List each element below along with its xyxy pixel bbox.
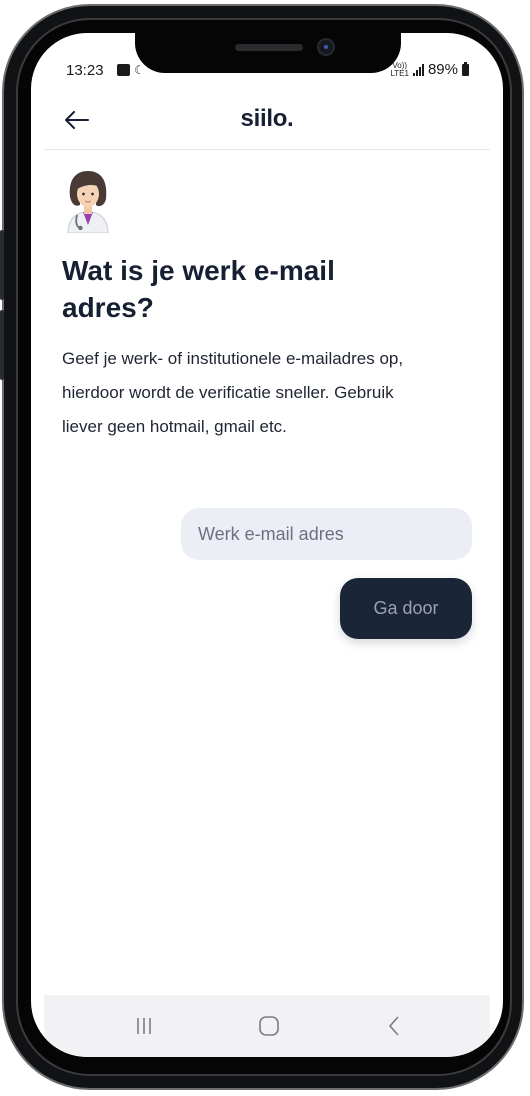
speaker-grille <box>235 44 303 51</box>
status-indicators: Vo)) LTE1 89% <box>390 61 469 78</box>
gallery-notification-icon <box>117 64 130 76</box>
main-content: Wat is je werk e-mail adres? Geef je wer… <box>62 167 476 444</box>
front-camera <box>317 38 335 56</box>
doctor-avatar-icon <box>67 171 109 234</box>
app-header: siilo. <box>44 93 490 150</box>
network-indicator: Vo)) LTE1 <box>390 61 409 78</box>
lte-label: LTE1 <box>390 68 409 78</box>
battery-icon <box>462 61 469 76</box>
camera-notch <box>135 33 401 73</box>
status-time: 13:23 <box>66 62 104 79</box>
volume-button <box>0 230 4 300</box>
phone-device: 13:23 ☾ Vo)) LTE1 89% siilo. Wat is je w… <box>0 0 530 1096</box>
work-email-input[interactable] <box>181 508 472 560</box>
continue-button[interactable]: Ga door <box>340 578 472 639</box>
signal-icon <box>412 63 424 76</box>
nav-recent-apps[interactable] <box>114 995 174 1057</box>
battery-percentage: 89% <box>427 61 458 78</box>
back-chevron-icon <box>388 1016 399 1036</box>
app-logo: siilo. <box>240 105 294 132</box>
moon-icon: ☾ <box>134 63 145 77</box>
system-nav-bar <box>44 995 490 1057</box>
phone-screen: 13:23 ☾ Vo)) LTE1 89% siilo. Wat is je w… <box>31 33 503 1057</box>
page-title: Wat is je werk e-mail adres? <box>62 255 335 323</box>
recent-apps-icon <box>137 1018 151 1034</box>
home-icon <box>259 1016 279 1036</box>
nav-home[interactable] <box>239 995 299 1057</box>
page-description: Geef je werk- of institutionele e-mailad… <box>62 349 404 436</box>
power-button <box>0 310 4 380</box>
nav-back[interactable] <box>364 995 424 1057</box>
